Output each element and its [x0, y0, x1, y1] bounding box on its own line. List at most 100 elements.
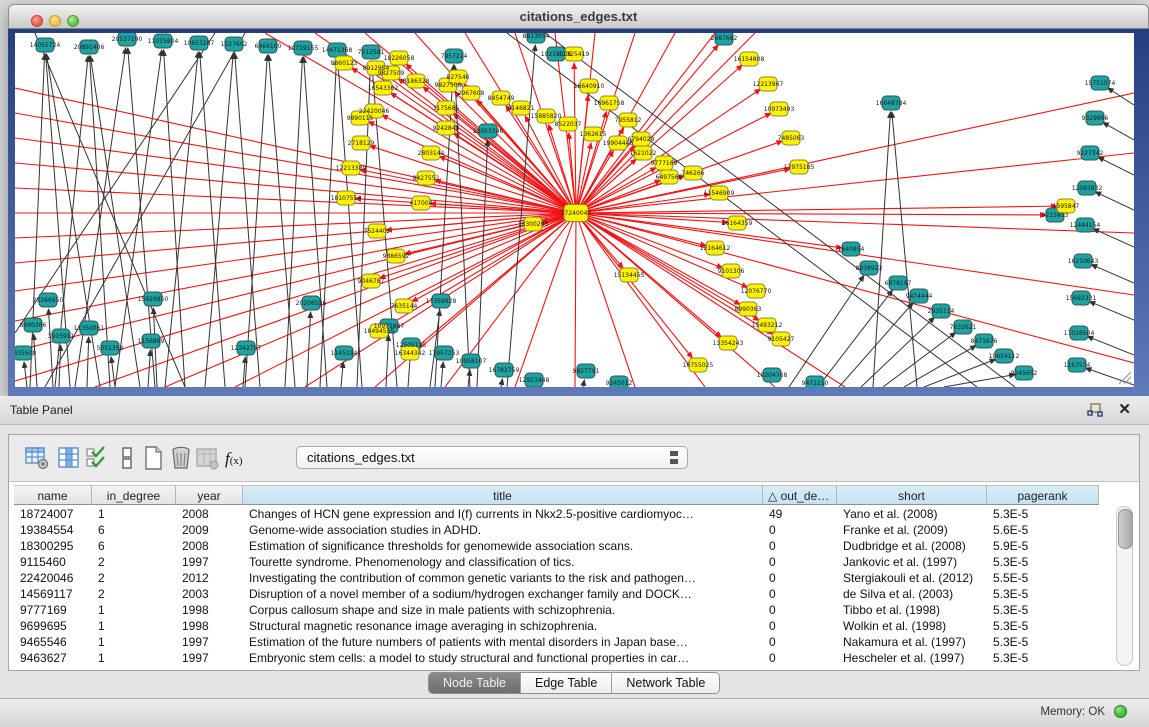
tab-network-table[interactable]: Network Table	[612, 673, 719, 693]
column-header-name[interactable]: name	[14, 485, 92, 505]
table-cell: Structural magnetic resonance image aver…	[243, 618, 763, 634]
status-bar: Memory: OK	[0, 698, 1149, 727]
column-header-title[interactable]: title	[243, 485, 763, 505]
citation-edge-black[interactable]	[285, 57, 303, 387]
delete-table-icon[interactable]	[169, 446, 193, 470]
table-row[interactable]: 946362711997Embryonic stem cells: a mode…	[14, 650, 1099, 666]
citation-edge-black[interactable]	[477, 140, 488, 387]
citation-edge-red[interactable]	[576, 194, 710, 213]
memory-status-label: Memory: OK	[1040, 706, 1105, 718]
graph-node-label: 17359928	[426, 298, 457, 305]
citation-edge-red[interactable]	[576, 213, 845, 387]
graph-node-label: 827546	[447, 74, 470, 81]
table-cell: 5.3E-5	[987, 586, 1099, 602]
citation-edge-black[interactable]	[1095, 192, 1134, 210]
import-table-icon[interactable]	[195, 446, 219, 470]
citation-edge-black[interactable]	[1098, 157, 1134, 175]
window-titlebar[interactable]: citations_edges.txt	[8, 4, 1149, 29]
column-header-year[interactable]: year	[176, 485, 243, 505]
vertical-scrollbar[interactable]	[1116, 506, 1133, 666]
citation-edge-black[interactable]	[924, 359, 996, 387]
table-row[interactable]: 1872400712008Changes of HCN gene express…	[14, 506, 1099, 522]
network-canvas[interactable]: 1405572420891406205371901101580410653287…	[15, 33, 1134, 387]
tab-edge-table[interactable]: Edge Table	[521, 673, 612, 693]
citation-edge-black[interactable]	[59, 345, 61, 387]
citation-edge-red[interactable]	[576, 213, 1046, 215]
citation-edge-black[interactable]	[200, 52, 225, 387]
table-row[interactable]: 1830029562008Estimation of significance …	[14, 538, 1099, 554]
citation-network-graph[interactable]: 1405572420891406205371901101580410653287…	[15, 33, 1134, 387]
citation-edge-black[interactable]	[205, 53, 233, 387]
graph-node-label: 7957224	[441, 53, 468, 60]
citation-edge-red[interactable]	[412, 213, 576, 302]
graph-node-label: 18300295	[518, 221, 549, 228]
citation-edge-black[interactable]	[304, 57, 327, 387]
citation-edge-black[interactable]	[111, 357, 115, 387]
graph-node-label: 15134455	[614, 272, 645, 279]
citation-edge-red[interactable]	[576, 213, 740, 305]
function-builder-icon[interactable]: f(x)	[225, 449, 257, 473]
column-visibility-icon[interactable]	[57, 446, 81, 470]
table-selector-dropdown[interactable]: citations_edges.txt	[296, 446, 688, 469]
tab-node-table[interactable]: Node Table	[429, 673, 521, 693]
citation-edge-black[interactable]	[341, 362, 343, 387]
citation-edge-black[interactable]	[75, 48, 126, 387]
column-header-in_degree[interactable]: in_degree	[92, 485, 176, 505]
column-header-pagerank[interactable]: pagerank	[987, 485, 1099, 505]
citation-edge-black[interactable]	[1093, 229, 1134, 247]
citation-edge-red[interactable]	[575, 213, 576, 387]
graph-node-label: 9890115	[347, 115, 374, 122]
column-header-out_de[interactable]: △ out_de…	[763, 485, 837, 505]
graph-node-label: 10204768	[757, 372, 788, 379]
table-cell: 6	[92, 538, 176, 554]
table-settings-icon[interactable]	[25, 446, 49, 470]
graph-node-label: 10958107	[456, 358, 487, 365]
row-height-icon[interactable]	[115, 446, 139, 470]
citation-edge-black[interactable]	[1089, 301, 1134, 320]
table-row[interactable]: 2242004622012Investigating the contribut…	[14, 570, 1099, 586]
table-cell: Yano et al. (2008)	[837, 506, 987, 522]
column-select-icon[interactable]	[85, 446, 109, 470]
graph-node-label: 16164359	[722, 220, 753, 227]
citation-edge-red[interactable]	[370, 146, 576, 213]
close-panel-icon[interactable]: ✕	[1118, 400, 1131, 418]
citation-edge-black[interactable]	[49, 309, 53, 387]
graph-node-label: 7524402	[364, 228, 391, 235]
citation-edge-black[interactable]	[320, 59, 337, 387]
table-row[interactable]: 977716911998Corpus callosum shape and si…	[14, 602, 1099, 618]
table-row[interactable]: 911546021997Tourette syndrome. Phenomeno…	[14, 554, 1099, 570]
float-panel-icon[interactable]	[1087, 403, 1103, 418]
citation-edge-red[interactable]	[576, 213, 705, 387]
citation-edge-red[interactable]	[576, 206, 1057, 213]
citation-edge-black[interactable]	[87, 337, 89, 387]
citation-edge-black[interactable]	[386, 335, 389, 387]
table-row[interactable]: 946554611997Estimation of the future num…	[14, 634, 1099, 650]
citation-edge-black[interactable]	[789, 275, 864, 387]
column-header-short[interactable]: short	[837, 485, 987, 505]
citation-edge-black[interactable]	[30, 54, 45, 387]
citation-edge-black[interactable]	[944, 375, 1015, 387]
table-cell: 0	[763, 634, 837, 650]
memory-ok-indicator-icon[interactable]	[1114, 705, 1127, 718]
scrollbar-thumb[interactable]	[1118, 509, 1133, 549]
citation-edge-black[interactable]	[24, 362, 27, 387]
table-row[interactable]: 1938455462009Genome-wide association stu…	[14, 522, 1099, 538]
new-table-icon[interactable]	[141, 446, 165, 470]
citation-edge-black[interactable]	[1091, 265, 1134, 283]
citation-edge-black[interactable]	[441, 362, 443, 387]
canvas-resize-grip[interactable]	[1116, 369, 1132, 385]
window-title: citations_edges.txt	[9, 9, 1148, 24]
graph-node-label: 9245652	[1011, 370, 1038, 377]
table-cell: 9777169	[14, 602, 92, 618]
citation-edge-red[interactable]	[576, 93, 1134, 213]
citation-edge-black[interactable]	[1103, 122, 1134, 140]
table-row[interactable]: 969969511998Structural magnetic resonanc…	[14, 618, 1099, 634]
citation-edge-black[interactable]	[148, 350, 150, 387]
citation-edge-black[interactable]	[583, 380, 584, 387]
citation-edge-black[interactable]	[34, 334, 37, 387]
table-row[interactable]: 1456911722003Disruption of a novel membe…	[14, 586, 1099, 602]
table-panel-body: f(x) citations_edges.txt namein_degreeye…	[8, 434, 1140, 671]
citation-edge-black[interactable]	[501, 379, 502, 387]
table-cell: 2012	[176, 570, 243, 586]
citation-edge-black[interactable]	[1108, 88, 1134, 105]
